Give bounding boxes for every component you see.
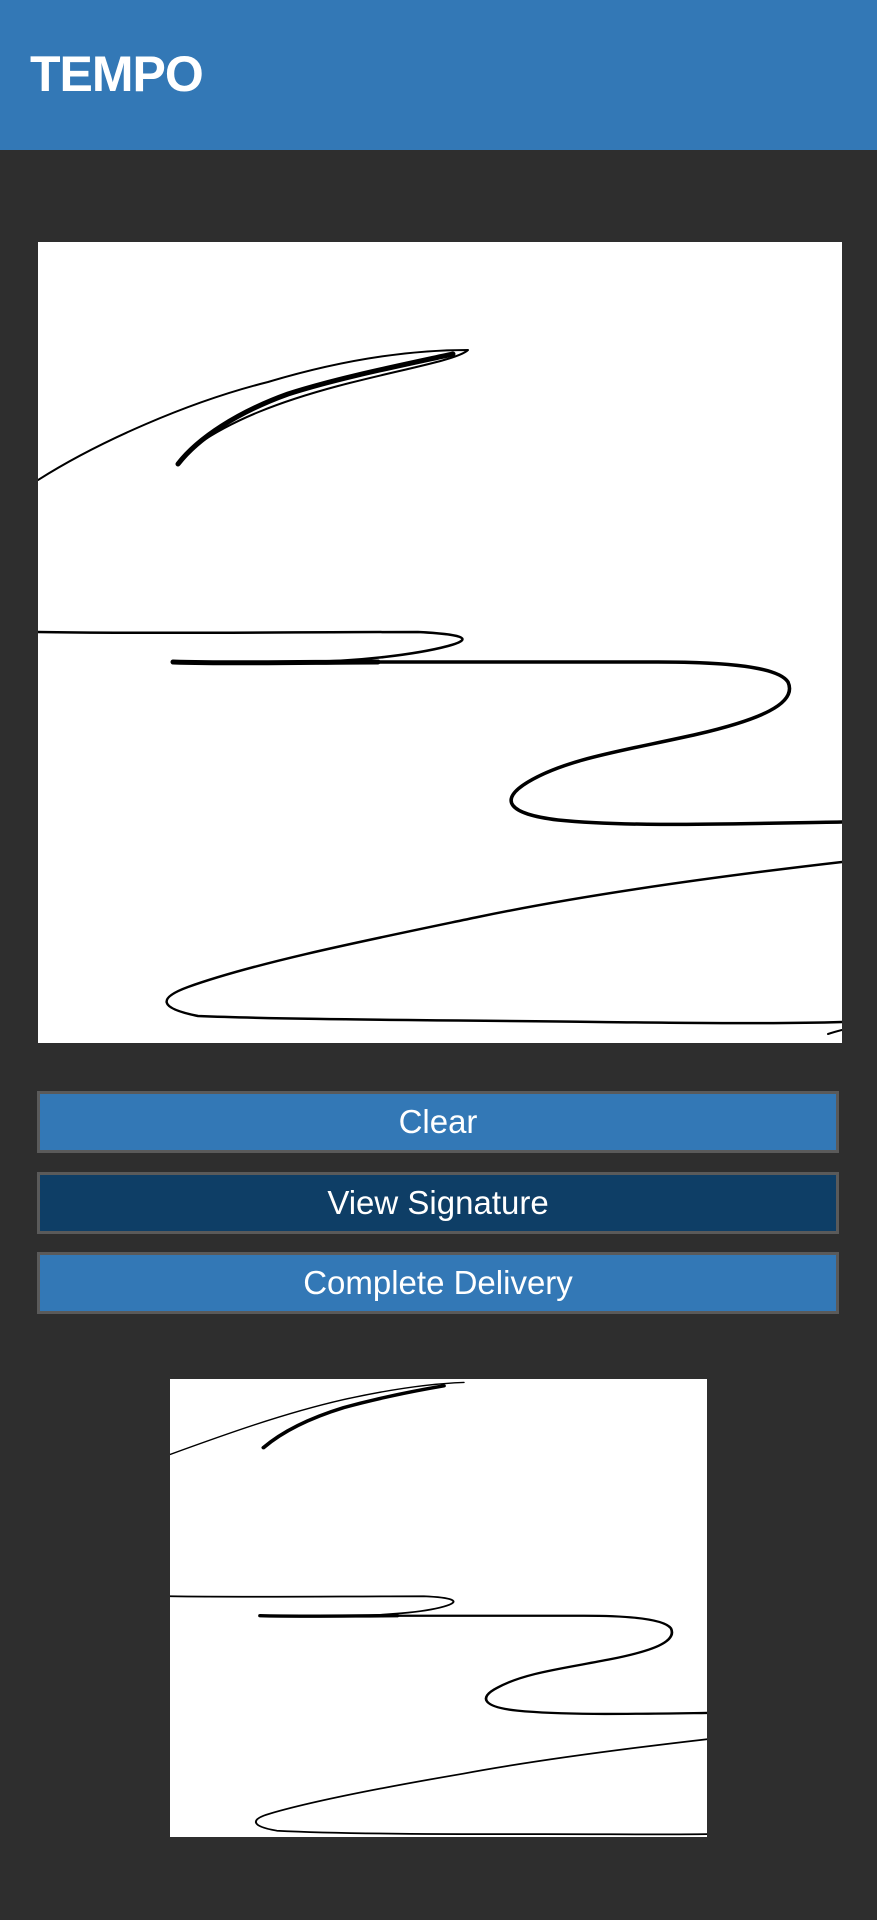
signature-preview-strokes <box>170 1381 707 1836</box>
signature-strokes <box>38 349 842 1035</box>
view-signature-button[interactable]: View Signature <box>37 1172 839 1234</box>
signature-pad[interactable] <box>38 242 842 1043</box>
app-header: TEMPO <box>0 0 877 150</box>
signature-preview <box>170 1379 707 1837</box>
clear-button[interactable]: Clear <box>37 1091 839 1153</box>
app-title: TEMPO <box>30 46 204 102</box>
complete-delivery-button[interactable]: Complete Delivery <box>37 1252 839 1314</box>
